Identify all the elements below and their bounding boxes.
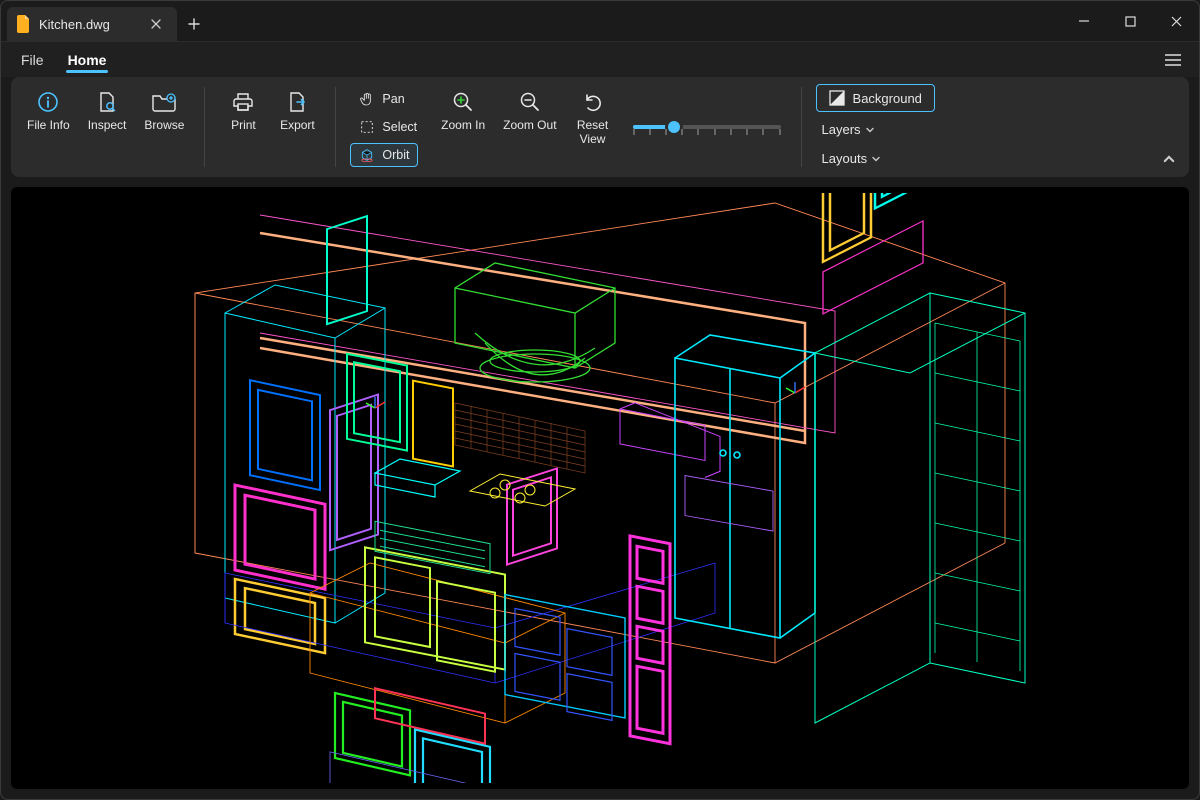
minimize-icon [1078,15,1090,27]
file-export-icon [284,89,310,115]
ribbon-group-output: Print Export [219,85,321,169]
undo-icon [580,89,606,115]
select-label: Select [382,120,417,134]
file-magnify-icon [94,89,120,115]
menu-home-label: Home [68,52,107,68]
menu-file[interactable]: File [9,42,56,77]
menu-icon [1165,54,1181,66]
document-tab[interactable]: Kitchen.dwg [7,7,177,41]
zoom-slider[interactable] [627,125,787,129]
cad-viewport[interactable] [11,187,1189,789]
reset-view-button[interactable]: Reset View [569,85,617,151]
chevron-down-icon [871,154,881,164]
folder-plus-icon [151,89,177,115]
inspect-label: Inspect [88,119,127,133]
info-circle-icon [35,89,61,115]
ribbon-group-nav-modes: Pan Select Orbit [350,85,425,169]
zoom-out-button[interactable]: Zoom Out [497,85,562,137]
print-label: Print [231,119,256,133]
ribbon-group-file: File Info Inspect Browse [21,85,190,169]
close-icon [1171,16,1182,27]
layers-label: Layers [822,122,861,137]
maximize-button[interactable] [1107,1,1153,41]
layouts-dropdown[interactable]: Layouts [816,147,888,170]
tab-close-button[interactable] [147,15,165,33]
zoom-in-label: Zoom In [441,119,485,133]
menu-file-label: File [21,52,44,68]
pan-label: Pan [382,92,404,106]
zoom-in-button[interactable]: Zoom In [435,85,491,137]
export-button[interactable]: Export [273,85,321,137]
cad-wireframe-drawing [75,193,1125,783]
chevron-down-icon [865,125,875,135]
ribbon-home: File Info Inspect Browse Print [11,77,1189,177]
ribbon-group-view-options: Background Layers Layouts [816,85,935,169]
background-label: Background [853,91,922,106]
separator [204,87,205,167]
pan-button[interactable]: Pan [350,87,412,111]
menu-home[interactable]: Home [56,42,119,77]
menu-bar: File Home [1,41,1199,77]
select-button[interactable]: Select [350,115,425,139]
title-drag-region[interactable] [211,1,1061,41]
overflow-menu-button[interactable] [1155,42,1191,77]
tab-title: Kitchen.dwg [39,17,110,32]
maximize-icon [1125,16,1136,27]
file-info-label: File Info [27,119,70,133]
new-tab-button[interactable] [177,7,211,41]
orbit-button[interactable]: Orbit [350,143,417,167]
cube-orbit-icon [358,146,376,164]
app-window: Kitchen.dwg File Home [0,0,1200,800]
selection-icon [358,118,376,136]
separator [801,87,802,167]
reset-view-label: Reset View [577,119,608,147]
file-icon [17,15,31,33]
plus-icon [188,18,200,30]
chevron-up-icon [1162,152,1176,166]
collapse-ribbon-button[interactable] [1159,149,1179,169]
layers-dropdown[interactable]: Layers [816,118,881,141]
file-info-button[interactable]: File Info [21,85,76,137]
close-window-button[interactable] [1153,1,1199,41]
hand-icon [358,90,376,108]
browse-button[interactable]: Browse [138,85,190,137]
separator [335,87,336,167]
inspect-button[interactable]: Inspect [82,85,133,137]
browse-label: Browse [144,119,184,133]
contrast-square-icon [829,90,845,106]
zoom-out-icon [517,89,543,115]
layouts-label: Layouts [822,151,868,166]
close-icon [151,19,161,29]
print-button[interactable]: Print [219,85,267,137]
zoom-out-label: Zoom Out [503,119,556,133]
tab-strip: Kitchen.dwg [1,1,211,41]
title-bar: Kitchen.dwg [1,1,1199,41]
minimize-button[interactable] [1061,1,1107,41]
printer-icon [230,89,256,115]
orbit-label: Orbit [382,148,409,162]
export-label: Export [280,119,315,133]
window-controls [1061,1,1199,41]
background-toggle[interactable]: Background [816,84,935,112]
zoom-in-icon [450,89,476,115]
ribbon-group-zoom: Zoom In Zoom Out Reset View [435,85,616,169]
